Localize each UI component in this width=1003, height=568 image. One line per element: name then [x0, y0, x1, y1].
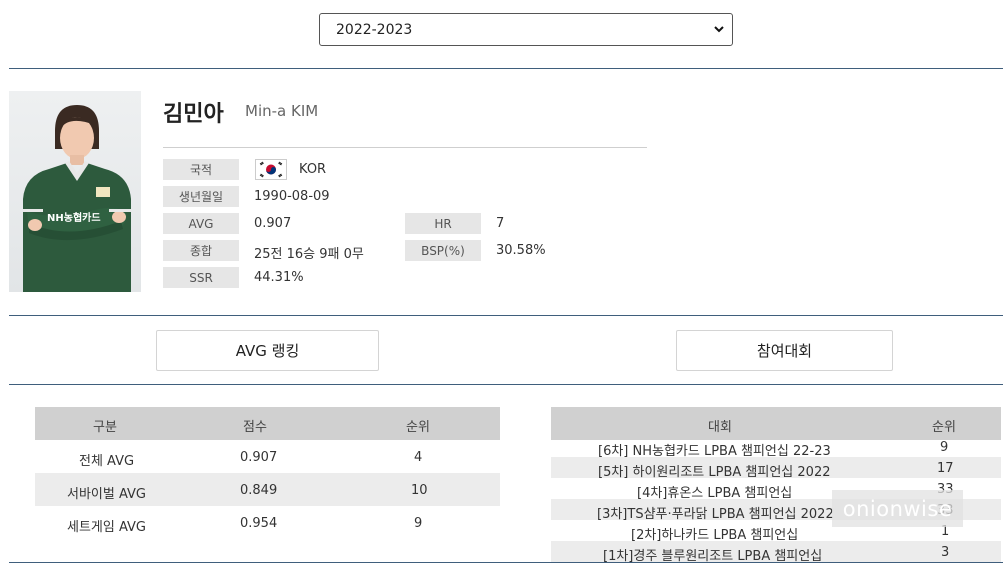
player-photo-illustration [23, 105, 131, 292]
divider [9, 315, 1003, 316]
shirt-sponsor-text: NH농협카드 [47, 213, 101, 224]
player-name-english: Min-a KIM [245, 102, 319, 120]
avg-col-category: 구분 [93, 420, 117, 435]
chevron-down-icon [714, 26, 724, 33]
avg-rank: 10 [411, 483, 428, 498]
season-select[interactable]: 2022-2023 [319, 13, 733, 46]
avg-score: 0.954 [240, 516, 278, 531]
avg-col-score: 점수 [243, 420, 267, 435]
avg-score: 0.907 [240, 450, 278, 465]
tournament-col-rank: 순위 [932, 420, 956, 435]
divider [9, 562, 1003, 563]
tournament-name[interactable]: [6차] NH농협카드 LPBA 챔피언십 22-23 [598, 440, 831, 459]
tournament-name[interactable]: [3차]TS샴푸·푸라닭 LPBA 챔피언십 2022 [597, 503, 834, 522]
tournament-name[interactable]: [2차]하나카드 LPBA 챔피언십 [631, 524, 798, 543]
avg-ranking-tab[interactable]: AVG 랭킹 [156, 330, 379, 371]
hr-label: HR [405, 213, 481, 234]
ssr-label: SSR [163, 267, 239, 288]
avg-category: 서바이벌 AVG [67, 487, 147, 502]
watermark: onionwise [832, 490, 963, 527]
avg-score: 0.849 [240, 483, 278, 498]
birth-value: 1990-08-09 [254, 189, 330, 204]
tournament-name[interactable]: [5차] 하이원리조트 LPBA 챔피언십 2022 [598, 461, 830, 480]
bsp-value: 30.58% [496, 243, 546, 258]
tournament-name[interactable]: [4차]휴온스 LPBA 챔피언십 [637, 482, 792, 501]
player-name-korean: 김민아 [163, 102, 224, 127]
tournament-col-name: 대회 [708, 420, 732, 435]
avg-category: 세트게임 AVG [67, 520, 147, 535]
tournament-rank: 17 [937, 461, 954, 476]
nationality-value: KOR [299, 162, 327, 177]
nationality-label: 국적 [163, 159, 239, 180]
record-label: 종합 [163, 240, 239, 261]
tournaments-tab[interactable]: 참여대회 [676, 330, 893, 371]
birth-label: 생년월일 [163, 186, 239, 207]
avg-col-rank: 순위 [406, 420, 430, 435]
avg-label: AVG [163, 213, 239, 234]
avg-rank: 9 [414, 516, 423, 531]
divider [9, 384, 1003, 385]
season-select-value: 2022-2023 [336, 21, 413, 38]
avg-category: 전체 AVG [79, 454, 135, 469]
korea-flag-icon [255, 159, 287, 180]
ssr-value: 44.31% [254, 270, 304, 285]
name-divider [163, 147, 647, 148]
divider [9, 68, 1003, 69]
record-value: 25전 16승 9패 0무 [254, 247, 364, 262]
tournament-rank: 9 [940, 440, 949, 455]
hr-value: 7 [496, 216, 505, 231]
tournament-rank: 3 [941, 545, 950, 560]
avg-rank: 4 [414, 450, 423, 465]
avg-value: 0.907 [254, 216, 292, 231]
player-photo: NH농협카드 [9, 91, 141, 292]
bsp-label: BSP(%) [405, 240, 481, 261]
